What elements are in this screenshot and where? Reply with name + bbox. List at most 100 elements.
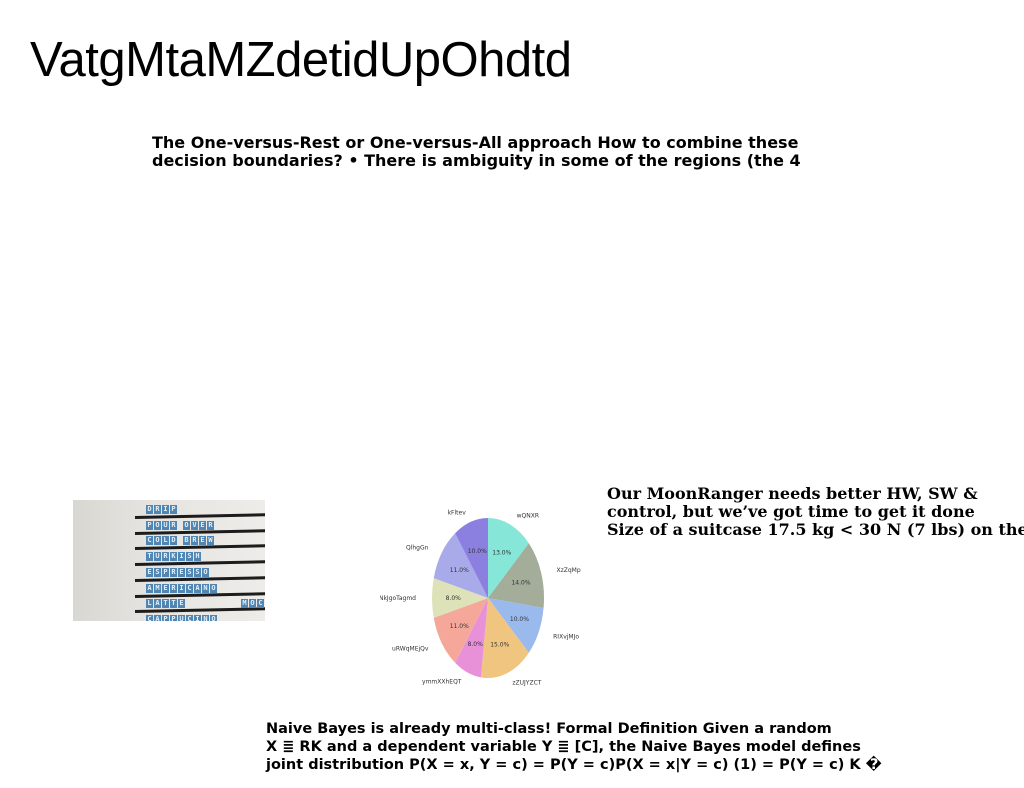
menu-letter-row: COLDBREW (146, 536, 214, 546)
menu-letter-row: ESPRESSO (146, 567, 209, 577)
text-line: control, but we’ve got time to get it do… (607, 502, 975, 521)
menu-letter-row: MOC (241, 599, 264, 609)
letter-tile (178, 521, 182, 530)
menu-letter-row: AMERICANO (146, 583, 217, 593)
slice-value-label: 10.0% (510, 616, 529, 623)
letter-tile: R (191, 536, 198, 546)
text-block-ovr: The One-versus-Rest or One-versus-All ap… (152, 134, 832, 170)
page-title: VatgMtaMZdetidUpOhdtd (30, 33, 572, 87)
letter-tile: I (194, 614, 201, 621)
letter-tile: V (191, 520, 198, 530)
letter-tile: L (146, 599, 153, 609)
text-line: The One-versus-Rest or One-versus-All ap… (152, 133, 799, 152)
text-line: X ≣ RK and a dependent variable Y ≣ [C],… (266, 739, 861, 755)
letter-tile: W (207, 536, 214, 546)
letter-tile: P (162, 614, 169, 621)
letter-tile: R (170, 520, 177, 530)
letter-tile: D (170, 536, 177, 546)
letter-tile: C (146, 614, 153, 621)
letter-tile: O (154, 520, 161, 530)
letter-tile: S (194, 567, 201, 577)
letter-tile: N (202, 614, 209, 621)
letter-tile: O (210, 614, 217, 621)
letter-tile: N (202, 583, 209, 593)
slice-category-label: zZUJYZCT (512, 680, 541, 687)
slice-value-label: 13.0% (492, 549, 511, 556)
slice-category-label: uRWqMEjQv (392, 646, 429, 653)
letter-tile (178, 536, 182, 545)
menu-letter-row: LATTE (146, 599, 185, 609)
slice-value-label: 11.0% (450, 567, 469, 574)
letter-tile: E (178, 567, 185, 577)
letter-tile: A (154, 614, 161, 621)
letter-tile: S (186, 552, 193, 562)
letter-tile: E (199, 536, 206, 546)
letter-tile: L (162, 536, 169, 546)
letter-tile: M (241, 599, 248, 609)
letter-tile: O (202, 567, 209, 577)
text-line: Our MoonRanger needs better HW, SW & (607, 485, 978, 503)
letter-tile: E (146, 567, 153, 577)
letter-tile: C (146, 536, 153, 546)
menu-letter-row: POUROVER (146, 520, 214, 530)
letter-tile: A (146, 583, 153, 593)
letter-tile: C (186, 614, 193, 621)
letter-tile: P (170, 505, 177, 514)
slice-category-label: ymmXXhEQT (422, 679, 462, 686)
text-line: joint distribution P(X = x, Y = c) = P(Y… (266, 757, 882, 773)
letter-tile: S (186, 567, 193, 577)
slice-value-label: 14.0% (511, 580, 530, 587)
letter-tile: S (154, 567, 161, 577)
slice-value-label: 11.0% (450, 623, 469, 630)
letter-tile: R (170, 583, 177, 593)
letter-tile: O (210, 583, 217, 593)
slice-value-label: 8.0% (446, 595, 462, 602)
letter-tile: H (194, 552, 201, 562)
letter-tile: I (178, 583, 185, 593)
letter-tile: U (162, 520, 169, 530)
text-line: decision boundaries? • There is ambiguit… (152, 151, 801, 170)
menu-letter-row: TURKISH (146, 552, 201, 562)
slice-category-label: NkJgoTagmd (380, 595, 416, 602)
letter-tile: U (178, 614, 185, 621)
menu-letter-row: CAPPUCINO (146, 614, 217, 621)
text-block-naive-bayes: Naive Bayes is already multi-class! Form… (266, 720, 882, 774)
letter-tile: E (199, 520, 206, 530)
text-line: Naive Bayes is already multi-class! Form… (266, 721, 832, 737)
letter-tile: I (162, 505, 169, 514)
slice-category-label: kFltev (448, 509, 467, 516)
letter-tile: C (186, 583, 193, 593)
letter-tile: T (162, 599, 169, 609)
menu-letter-row: DRIP (146, 505, 177, 514)
letter-tile: O (249, 599, 256, 609)
letter-tile: C (257, 599, 264, 609)
letter-tile: B (183, 536, 190, 546)
slice-category-label: RIXvjMJo (553, 633, 579, 640)
letter-tile: M (154, 583, 161, 593)
coffee-menu-photo: DRIPPOUROVERCOLDBREWTURKISHESPRESSOAMERI… (73, 500, 265, 621)
slice-value-label: 15.0% (490, 642, 509, 649)
text-line: Size of a suitcase 17.5 kg < 30 N (7 lbs… (607, 520, 1024, 539)
letter-tile: R (162, 552, 169, 562)
letter-tile: T (170, 599, 177, 609)
pie-chart: 13.0% wQNXR 14.0% XzZqMp 10.0% RIXvjMJo 15.0% z… (380, 503, 590, 693)
letter-tile: U (154, 552, 161, 562)
letter-tile: T (146, 552, 153, 562)
letter-tile: O (183, 520, 190, 530)
slice-value-label: 8.0% (468, 641, 484, 648)
letter-tile: A (154, 599, 161, 609)
slice-category-label: XzZqMp (556, 567, 580, 574)
letter-tile: E (178, 599, 185, 609)
letter-tile: I (178, 552, 185, 562)
letter-tile: P (162, 567, 169, 577)
letter-tile: O (154, 536, 161, 546)
letter-tile: A (194, 583, 201, 593)
letter-tile: E (162, 583, 169, 593)
letter-tile: R (207, 520, 214, 530)
letter-tile: R (170, 567, 177, 577)
slice-category-label: QlhgGn (406, 544, 429, 551)
letter-tile: D (146, 505, 153, 514)
slice-value-label: 10.0% (468, 548, 487, 555)
letter-tile: K (170, 552, 177, 562)
letter-tile: R (154, 505, 161, 514)
